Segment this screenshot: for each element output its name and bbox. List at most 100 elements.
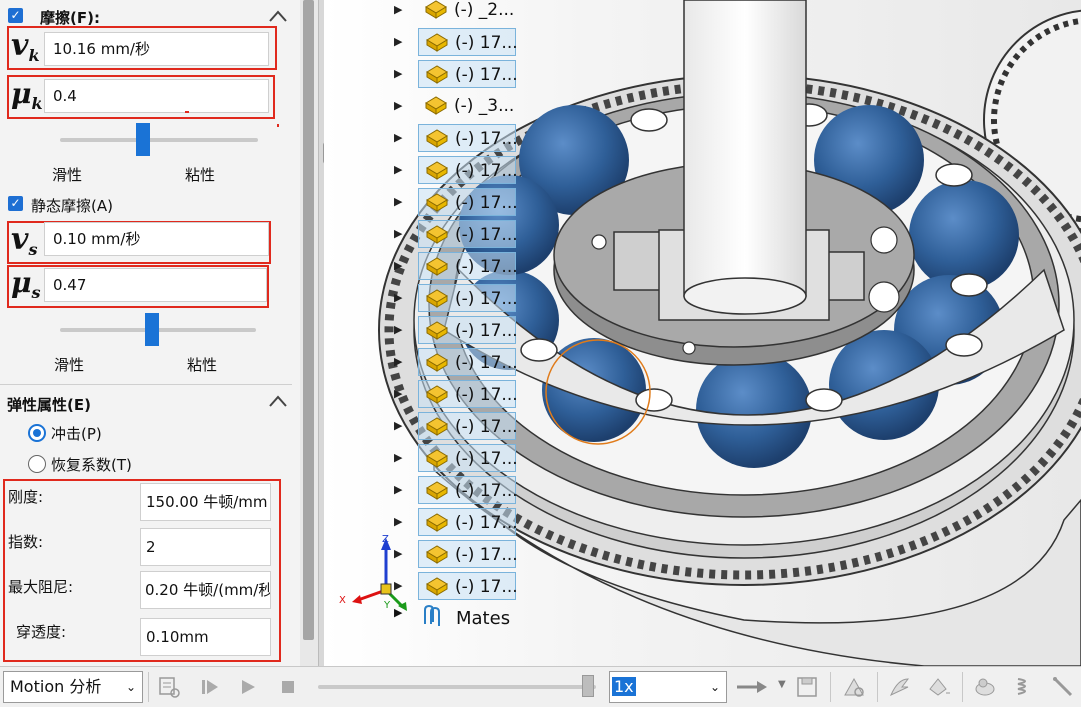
part-icon (426, 321, 448, 340)
tree-component[interactable]: (-) 17... (418, 476, 518, 504)
friction-checkbox[interactable]: ✓ (8, 8, 23, 23)
tree-item[interactable]: ▶ (-) 17... (394, 506, 584, 538)
max-damping-input[interactable]: 0.20 牛顿/(mm/秒 (140, 571, 271, 609)
tree-item[interactable]: ▶ (-) 17... (394, 58, 584, 90)
tree-component[interactable]: (-) 17... (418, 188, 518, 216)
static-friction-coefficient-input[interactable]: 0.47 (44, 268, 267, 302)
tree-expander-icon[interactable]: ▶ (394, 515, 404, 528)
contact-icon[interactable] (973, 675, 997, 699)
tree-component[interactable]: (-) 17... (418, 220, 518, 248)
study-type-value: Motion 分析 (10, 677, 102, 696)
calculate-icon[interactable] (157, 675, 181, 699)
stiffness-input[interactable]: 150.00 牛顿/mm (140, 483, 271, 521)
tree-expander-icon[interactable]: ▶ (394, 291, 404, 304)
collapse-up-icon[interactable] (268, 9, 288, 23)
exponent-input[interactable]: 2 (140, 528, 271, 566)
tree-item[interactable]: ▶ (-) 17... (394, 442, 584, 474)
play-from-start-icon[interactable] (198, 675, 222, 699)
tree-item[interactable]: ▶ (-) 17... (394, 154, 584, 186)
tree-component[interactable]: (-) 17... (418, 60, 518, 88)
damper-icon[interactable] (1051, 675, 1075, 699)
tree-component[interactable]: (-) 17... (418, 28, 518, 56)
static-velocity-input[interactable]: 0.10 mm/秒 (44, 222, 269, 256)
tree-component[interactable]: (-) 17... (418, 508, 518, 536)
tree-expander-icon[interactable]: ▶ (394, 131, 404, 144)
tree-component[interactable]: (-) 17... (418, 252, 518, 280)
tree-item[interactable]: ▶ (-) 17... (394, 474, 584, 506)
kinetic-velocity-input[interactable]: 10.16 mm/秒 (44, 32, 269, 66)
tree-expander-icon[interactable]: ▶ (394, 227, 404, 240)
motion-study-properties-icon[interactable] (842, 675, 866, 699)
tree-item[interactable]: ▶ (-) 17... (394, 346, 584, 378)
tree-expander-icon[interactable]: ▶ (394, 451, 404, 464)
play-icon[interactable] (236, 675, 260, 699)
playback-slider-track[interactable] (318, 685, 596, 689)
static-friction-checkbox[interactable]: ✓ (8, 196, 23, 211)
playback-slider-thumb[interactable] (582, 675, 594, 697)
tree-component[interactable]: (-) 17... (418, 316, 518, 344)
stop-icon[interactable] (276, 675, 300, 699)
static-slider-thumb[interactable] (145, 313, 160, 346)
restitution-radio-label: 恢复系数(T) (51, 456, 132, 474)
tree-component[interactable]: (-) _2... (418, 0, 514, 24)
tree-expander-icon[interactable]: ▶ (394, 195, 404, 208)
playback-speed-dropdown[interactable]: 1x ⌄ (609, 671, 727, 703)
kinetic-friction-coefficient-input[interactable]: 0.4 (44, 79, 269, 113)
impact-radio[interactable] (28, 424, 46, 442)
tree-item[interactable]: ▶ (-) 17... (394, 218, 584, 250)
tree-component[interactable]: (-) 17... (418, 380, 518, 408)
tree-component[interactable]: (-) 17... (418, 540, 518, 568)
restitution-radio[interactable] (28, 455, 46, 473)
penetration-input[interactable]: 0.10mm (140, 618, 271, 656)
tree-component[interactable]: (-) 17... (418, 572, 518, 600)
tree-expander-icon[interactable]: ▶ (394, 483, 404, 496)
mates-label[interactable]: Mates (456, 608, 510, 629)
tree-component[interactable]: (-) 17... (418, 124, 518, 152)
tree-component[interactable]: (-) 17... (418, 156, 518, 184)
tree-expander-icon[interactable]: ▶ (394, 3, 404, 16)
tree-expander-icon[interactable]: ▶ (394, 35, 404, 48)
part-icon (425, 96, 447, 115)
kinetic-slider-thumb[interactable] (136, 123, 151, 156)
playback-mode-arrow-icon[interactable] (735, 675, 769, 699)
panel-scrollbar-thumb[interactable] (303, 0, 314, 640)
dropdown-arrow-icon[interactable]: ▼ (778, 679, 786, 690)
force-icon[interactable] (926, 675, 950, 699)
save-animation-icon[interactable] (795, 675, 819, 699)
part-icon (426, 385, 448, 404)
tree-expander-icon[interactable]: ▶ (394, 387, 404, 400)
tree-item[interactable]: ▶ (-) 17... (394, 26, 584, 58)
tree-expander-icon[interactable]: ▶ (394, 419, 404, 432)
tree-expander-icon[interactable]: ▶ (394, 163, 404, 176)
kinetic-slider-track[interactable] (60, 138, 258, 142)
tree-component[interactable]: (-) 17... (418, 284, 518, 312)
tree-expander-icon[interactable]: ▶ (394, 355, 404, 368)
toolbar-separator (148, 672, 149, 702)
spring-icon[interactable] (1013, 675, 1037, 699)
tree-expander-icon[interactable]: ▶ (394, 99, 404, 112)
tree-item[interactable]: ▶ (-) 17... (394, 282, 584, 314)
tree-expander-icon[interactable]: ▶ (394, 67, 404, 80)
tree-item[interactable]: ▶ (-) 17... (394, 410, 584, 442)
motor-icon[interactable] (888, 675, 912, 699)
collapse-up-icon[interactable] (268, 394, 288, 408)
vs-symbol-icon: vs (11, 222, 38, 259)
tree-expander-icon[interactable]: ▶ (394, 259, 404, 272)
tree-item[interactable]: ▶ (-) 17... (394, 314, 584, 346)
tree-component[interactable]: (-) _3... (418, 92, 514, 120)
tree-item[interactable]: ▶ (-) 17... (394, 122, 584, 154)
tree-item[interactable]: ▶ (-) 17... (394, 186, 584, 218)
tree-component[interactable]: (-) 17... (418, 444, 518, 472)
tree-expander-icon[interactable]: ▶ (394, 323, 404, 336)
tree-item[interactable]: ▶ (-) 17... (394, 250, 584, 282)
tree-item[interactable]: ▶ (-) _2... (394, 0, 584, 26)
study-type-dropdown[interactable]: Motion 分析 ⌄ (3, 671, 143, 703)
tree-item[interactable]: ▶ (-) 17... (394, 538, 584, 570)
tree-item[interactable]: ▶ (-) _3... (394, 90, 584, 122)
tree-item[interactable]: ▶ (-) 17... (394, 378, 584, 410)
toolbar-separator (962, 672, 963, 702)
graphics-viewport[interactable]: ▶ (-) _2... ▶ (-) 17... ▶ (-) 17... ▶ (-) _3...… (324, 0, 1081, 666)
tree-component[interactable]: (-) 17... (418, 348, 518, 376)
tree-item[interactable]: ▶ (-) 17... (394, 570, 584, 602)
tree-component[interactable]: (-) 17... (418, 412, 518, 440)
